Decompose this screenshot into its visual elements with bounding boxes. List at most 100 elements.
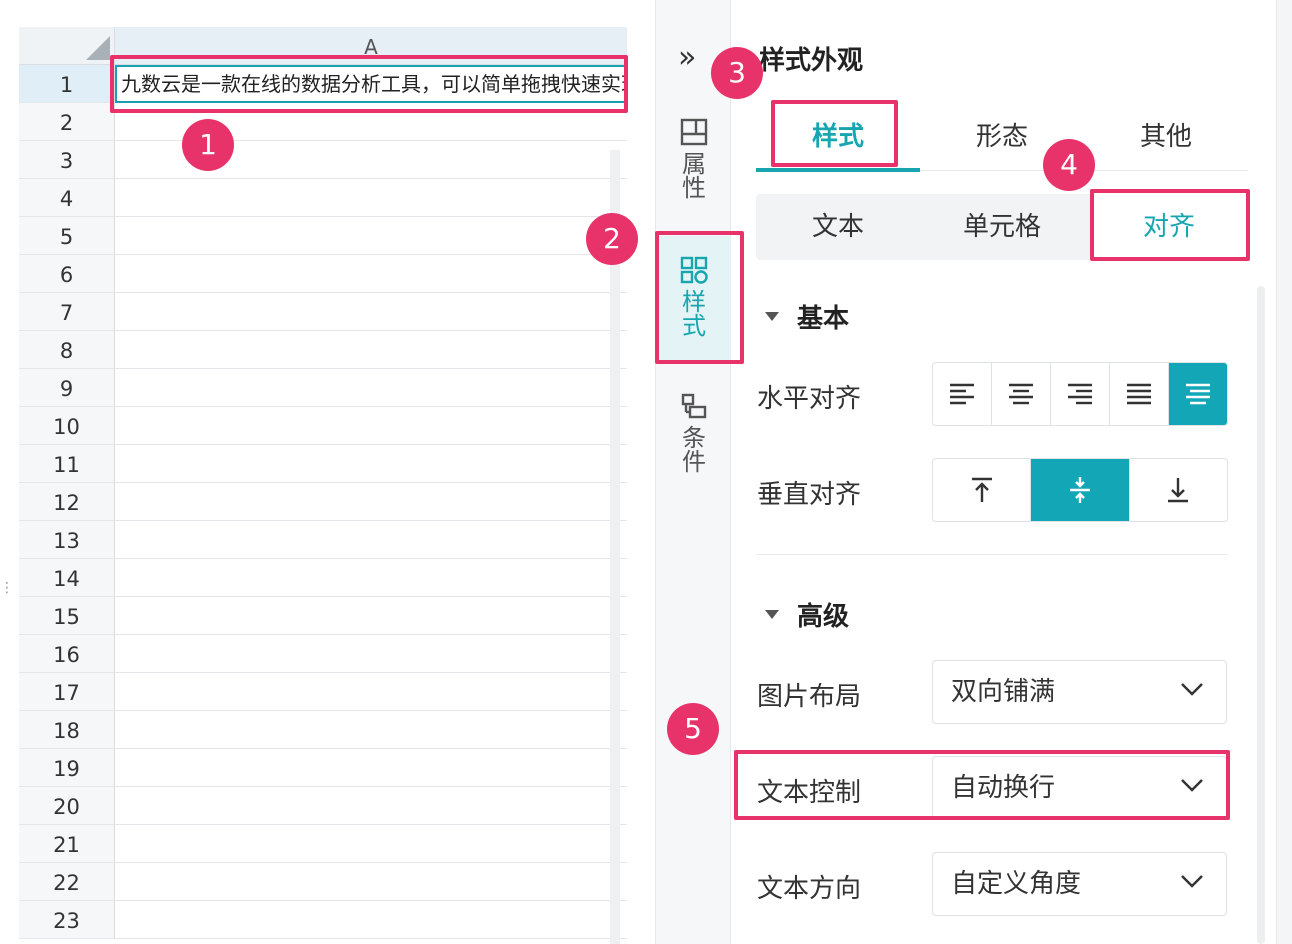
side-rail: » 属性 样式 条件 [655,0,732,944]
row-header[interactable]: 16 [19,635,115,673]
row-header[interactable]: 13 [19,521,115,559]
subtab-text[interactable]: 文本 [756,194,920,260]
panel-scrollbar[interactable] [1257,286,1265,944]
rail-item-style[interactable]: 样式 [656,236,732,360]
sub-tabs: 文本 单元格 对齐 [756,194,1248,260]
chevron-down-icon [1181,683,1203,696]
align-right-icon[interactable] [1051,363,1110,425]
row-header[interactable]: 7 [19,293,115,331]
text-direction-label: 文本方向 [757,874,862,904]
table-cell[interactable] [115,407,627,445]
row-header[interactable]: 21 [19,825,115,863]
align-bottom-icon[interactable] [1130,459,1227,521]
align-middle-icon[interactable] [1031,459,1130,521]
section-advanced-label: 高级 [797,602,850,632]
row-header[interactable]: 12 [19,483,115,521]
table-cell[interactable] [115,293,627,331]
row-header[interactable]: 20 [19,787,115,825]
subtab-cell[interactable]: 单元格 [920,194,1084,260]
table-cell[interactable] [115,787,627,825]
horizontal-align-group [932,362,1228,426]
layout-icon [680,118,708,146]
section-basic-label: 基本 [797,304,850,334]
select-all-corner[interactable] [19,27,115,65]
tab-style[interactable]: 样式 [756,100,920,172]
rail-item-condition[interactable]: 条件 [656,392,732,492]
text-direction-select[interactable]: 自定义角度 [932,852,1227,916]
row-header[interactable]: 18 [19,711,115,749]
row-header[interactable]: 11 [19,445,115,483]
table-cell[interactable] [115,901,627,939]
edge-handle[interactable]: ⋮ [0,580,14,604]
table-cell[interactable] [115,711,627,749]
double-chevron-right-icon[interactable]: » [678,40,696,75]
tab-other[interactable]: 其他 [1084,100,1248,170]
table-cell[interactable] [115,483,627,521]
rail-item-label: 条件 [682,424,706,476]
row-header[interactable]: 8 [19,331,115,369]
table-cell[interactable] [115,825,627,863]
caret-down-icon [765,610,779,619]
text-control-label: 文本控制 [757,778,862,808]
table-cell[interactable] [115,521,627,559]
align-top-icon[interactable] [933,459,1032,521]
subtab-align[interactable]: 对齐 [1090,194,1248,260]
panel-title: 样式外观 [759,46,864,76]
annotation-badge: 2 [586,213,638,265]
row-header[interactable]: 15 [19,597,115,635]
table-cell[interactable] [115,635,627,673]
table-cell[interactable] [115,445,627,483]
chevron-down-icon [1181,779,1203,792]
row-header[interactable]: 5 [19,217,115,255]
row-header[interactable]: 17 [19,673,115,711]
table-cell[interactable] [115,863,627,901]
align-center-icon[interactable] [992,363,1051,425]
row-header[interactable]: 22 [19,863,115,901]
cell-a1[interactable]: 九数云是一款在线的数据分析工具，可以简单拖拽快速实现数据处理和可视化图表展示，上… [115,65,627,103]
table-cell[interactable] [115,179,627,217]
section-divider [756,554,1228,555]
window-edge [1276,0,1292,944]
table-cell[interactable] [115,559,627,597]
text-control-select[interactable]: 自动换行 [932,756,1227,820]
row-header[interactable]: 10 [19,407,115,445]
row-header[interactable]: 9 [19,369,115,407]
row-header[interactable]: 1 [19,65,115,103]
align-justify-icon[interactable] [1110,363,1169,425]
table-cell[interactable] [115,369,627,407]
style-panel: 样式外观 样式 形态 其他 文本 单元格 对齐 基本 水平对齐 垂直对齐 高级 … [731,0,1276,944]
image-layout-select[interactable]: 双向铺满 [932,660,1227,724]
table-cell[interactable] [115,255,627,293]
table-cell[interactable] [115,597,627,635]
spreadsheet: ⋮ A 1 2 3 4 5 6 7 8 9 10 11 12 13 14 15 16 17 18 19 20 21 22 2… [0,0,655,944]
table-cell[interactable] [115,673,627,711]
row-header[interactable]: 2 [19,103,115,141]
caret-down-icon [765,312,779,321]
annotation-badge: 5 [667,703,719,755]
row-header[interactable]: 19 [19,749,115,787]
row-header[interactable]: 4 [19,179,115,217]
main-tabs: 样式 形态 其他 [756,100,1248,172]
sheet-scrollbar[interactable] [610,150,620,944]
table-cell[interactable] [115,331,627,369]
chevron-down-icon [1181,875,1203,888]
annotation-badge: 1 [182,119,234,171]
table-cell[interactable] [115,749,627,787]
row-header[interactable]: 3 [19,141,115,179]
rail-item-label: 属性 [682,150,706,202]
annotation-badge: 3 [711,47,763,99]
style-icon [680,256,708,284]
row-header[interactable]: 23 [19,901,115,939]
table-cell[interactable] [115,217,627,255]
align-left-icon[interactable] [933,363,992,425]
row-header[interactable]: 14 [19,559,115,597]
section-basic-header[interactable]: 基本 [765,298,849,335]
align-distributed-icon[interactable] [1169,363,1227,425]
rail-item-label: 样式 [682,288,706,340]
image-layout-value: 双向铺满 [951,677,1056,707]
row-header[interactable]: 6 [19,255,115,293]
section-advanced-header[interactable]: 高级 [765,596,849,633]
column-header-a[interactable]: A [115,27,627,65]
rail-item-properties[interactable]: 属性 [656,118,732,218]
annotation-badge: 4 [1043,139,1095,191]
